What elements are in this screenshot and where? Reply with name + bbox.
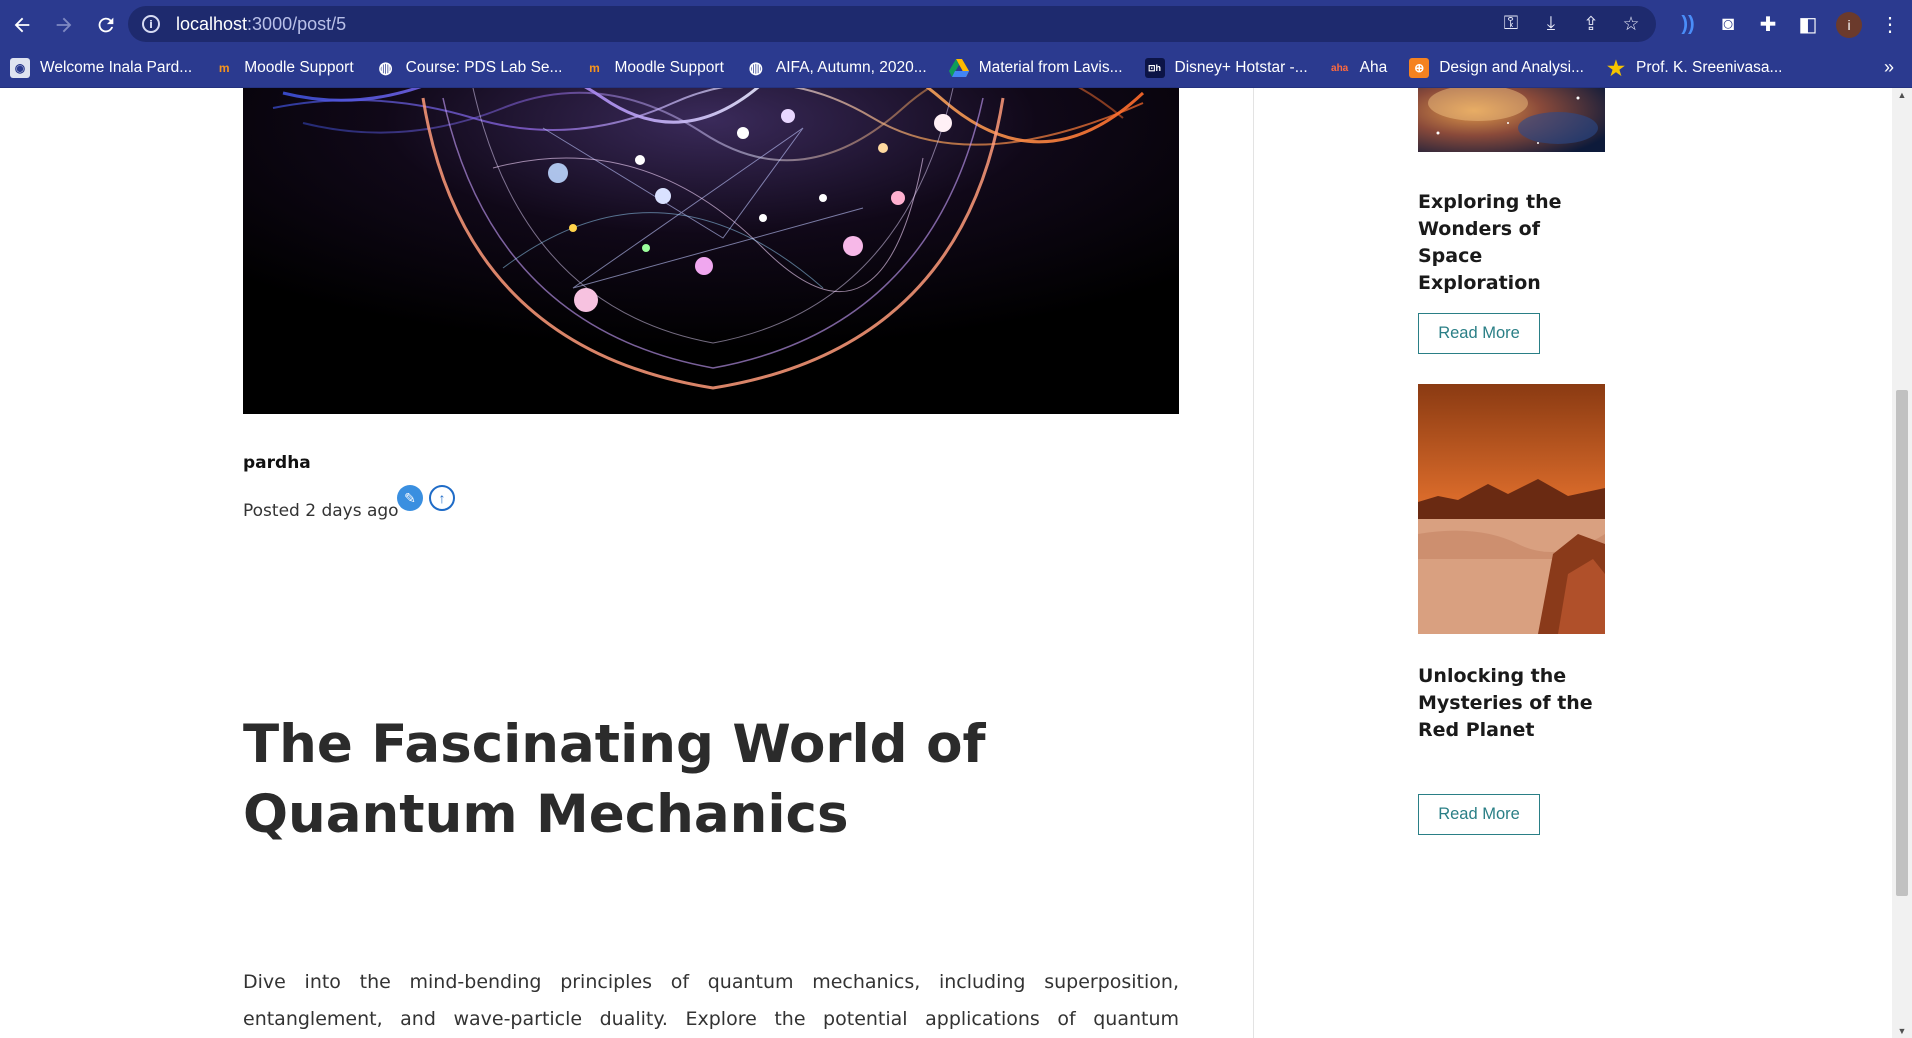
forward-button[interactable] [44,5,84,45]
bookmark-label: Material from Lavis... [978,59,1123,76]
content-divider [1253,88,1254,1038]
bookmark-label: Prof. K. Sreenivasa... [1636,59,1783,76]
toolbar-actions: )) ◙ ✚ ◧ i ⋮ [1676,0,1902,49]
bookmark-item[interactable]: Material from Lavis... [948,58,1123,78]
bookmark-label: Design and Analysi... [1439,59,1584,76]
bookmark-label: Disney+ Hotstar -... [1174,59,1308,76]
more-bookmarks-button[interactable]: » [1884,57,1894,78]
hotstar-icon: ⊡h [1144,58,1165,78]
back-button[interactable] [2,5,42,45]
globe-icon: ◍ [748,60,763,77]
bookmark-label: Course: PDS Lab Se... [405,59,563,76]
install-icon[interactable]: ⤓ [1540,13,1562,35]
post-body: Dive into the mind-bending principles of… [243,971,1179,1030]
url-text: localhost:3000/post/5 [176,14,346,35]
arrow-right-icon [56,17,72,32]
bookmark-item[interactable]: ◍ Course: PDS Lab Se... [376,58,563,78]
bookmark-item[interactable]: ⊡h Disney+ Hotstar -... [1144,58,1308,78]
sidebar-card: Exploring the Wonders of Space Explorati… [1418,88,1608,294]
address-bar[interactable]: i localhost:3000/post/5 ⚿ ⤓ ⇪ ☆ [128,6,1656,42]
upload-icon[interactable]: ↑ [429,485,455,511]
moodle-user-icon: ◉ [10,58,30,78]
bookmark-label: Welcome Inala Pard... [40,59,193,76]
google-drive-icon [948,58,969,78]
read-more-button[interactable]: Read More [1418,794,1540,835]
sidebar-card-title[interactable]: Exploring the Wonders of Space Explorati… [1418,189,1608,297]
scroll-down-arrow-icon[interactable]: ▼ [1892,1026,1912,1036]
page-viewport: pardha Posted 2 days ago ✎ ↑ The Fascina… [0,88,1912,1038]
bookmark-label: AIFA, Autumn, 2020... [775,59,927,76]
bookmark-label: Moodle Support [244,59,354,76]
post-hero-image [243,88,1179,414]
reload-button[interactable] [86,5,126,45]
bookmark-item[interactable]: m Moodle Support [214,58,354,78]
post-title: The Fascinating World of Quantum Mechani… [243,714,986,845]
profile-avatar[interactable]: i [1836,11,1862,38]
read-more-button[interactable]: Read More [1418,313,1540,354]
globe-icon: ◍ [378,60,393,77]
sidebar-card-title[interactable]: Unlocking the Mysteries of the Red Plane… [1418,663,1608,744]
post-author: pardha [243,453,311,473]
aha-icon: aha [1331,62,1349,74]
post-timestamp: Posted 2 days ago [243,501,399,521]
mars-thumbnail [1418,384,1605,634]
url-path: :3000/post/5 [247,13,347,34]
arrow-left-icon [14,17,30,32]
scroll-up-arrow-icon[interactable]: ▲ [1892,90,1912,100]
bookmark-item[interactable]: ◍ AIFA, Autumn, 2020... [746,58,927,78]
scrollbar-thumb[interactable] [1896,390,1908,896]
moodle-icon: m [589,61,600,75]
bookmark-item[interactable]: m Moodle Support [584,58,724,78]
bookmarks-bar: ◉ Welcome Inala Pard... m Moodle Support… [0,49,1912,88]
reload-icon [98,17,114,32]
codechef-icon: ⊕ [1409,58,1430,78]
bookmark-label: Moodle Support [614,59,724,76]
address-bar-actions: ⚿ ⤓ ⇪ ☆ [1500,6,1642,42]
site-info-icon[interactable]: i [142,15,160,33]
extension-icon[interactable]: ◙ [1716,13,1740,36]
bookmark-item[interactable]: ⊕ Design and Analysi... [1409,58,1584,78]
share-icon[interactable]: ⇪ [1580,13,1602,36]
edit-icon[interactable]: ✎ [397,485,423,511]
moodle-icon: m [218,61,230,75]
bookmark-label: Aha [1359,59,1388,76]
space-thumbnail [1418,88,1605,152]
page-scrollbar[interactable]: ▲ ▼ [1892,88,1912,1038]
url-host: localhost [176,13,248,34]
bookmark-item[interactable]: ◉ Welcome Inala Pard... [10,58,192,78]
bookmark-item[interactable]: ★ Prof. K. Sreenivasa... [1606,57,1783,80]
extension-wave-icon[interactable]: )) [1676,13,1700,36]
post-actions: ✎ ↑ [397,485,455,511]
bookmark-star-icon[interactable]: ☆ [1620,13,1642,36]
key-icon[interactable]: ⚿ [1500,13,1522,35]
browser-toolbar: i localhost:3000/post/5 ⚿ ⤓ ⇪ ☆ )) ◙ ✚ ◧… [0,0,1912,49]
sidebar-card: Unlocking the Mysteries of the Red Plane… [1418,384,1608,741]
puzzle-icon[interactable]: ✚ [1756,12,1780,37]
bookmark-item[interactable]: aha Aha [1330,58,1388,78]
side-panel-icon[interactable]: ◧ [1796,12,1820,37]
quantum-illustration [243,88,1179,414]
star-icon: ★ [1607,57,1625,80]
menu-kebab-icon[interactable]: ⋮ [1878,12,1902,37]
